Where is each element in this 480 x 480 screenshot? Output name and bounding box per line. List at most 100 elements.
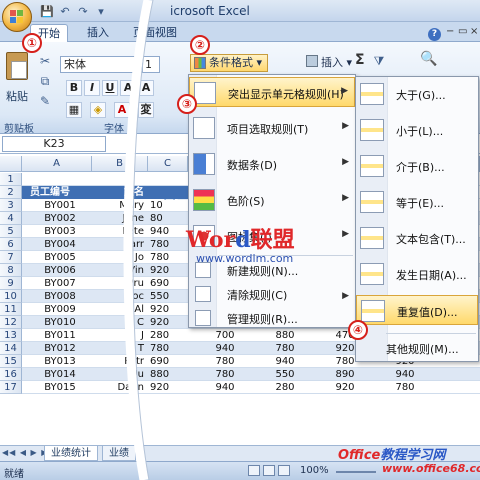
cell-employee-id[interactable]: BY005 <box>30 251 90 264</box>
cell-value[interactable]: 550 <box>150 290 186 303</box>
close-icon[interactable]: × <box>470 26 478 37</box>
cell-employee-id[interactable]: BY010 <box>30 316 90 329</box>
cell-name[interactable]: Ju <box>92 368 146 381</box>
cell-name[interactable]: Pete <box>92 225 146 238</box>
cell-employee-id[interactable]: BY011 <box>30 329 90 342</box>
menu-item-3[interactable]: 色阶(S) ▶ <box>189 185 355 215</box>
cell-value[interactable]: 920 <box>150 381 186 394</box>
cell-value[interactable]: 10 <box>150 199 186 212</box>
cell-employee-id[interactable] <box>30 173 90 186</box>
row-header[interactable]: 5 <box>0 225 22 238</box>
cell-score[interactable]: 940 <box>385 368 425 381</box>
cell-name[interactable]: Dann <box>92 381 146 394</box>
cell-employee-id[interactable]: BY013 <box>30 355 90 368</box>
cell-employee-id[interactable]: BY006 <box>30 264 90 277</box>
cell-employee-id[interactable]: BY007 <box>30 277 90 290</box>
cell-value[interactable]: 690 <box>150 355 186 368</box>
sheet-tab-performance[interactable]: 业绩统计 <box>44 446 98 461</box>
row-header[interactable]: 12 <box>0 316 22 329</box>
cell-employee-id[interactable]: BY015 <box>30 381 90 394</box>
cell-value[interactable]: 920 <box>150 303 186 316</box>
cell-score[interactable]: 880 <box>265 329 305 342</box>
font-grow-icon[interactable]: A <box>120 80 136 96</box>
cell-employee-id[interactable]: BY009 <box>30 303 90 316</box>
row-header[interactable]: 14 <box>0 342 22 355</box>
column-header-a[interactable]: A <box>22 156 92 172</box>
bold-button[interactable]: B <box>66 80 82 96</box>
cell-name[interactable] <box>92 173 146 186</box>
paste-button-label[interactable]: 粘贴 <box>6 88 28 104</box>
select-all-corner[interactable] <box>0 156 22 172</box>
sort-filter-icon[interactable]: ⧩ <box>372 54 386 68</box>
customize-qat-icon[interactable]: ▾ <box>94 5 108 19</box>
column-header-c[interactable]: C <box>148 156 188 172</box>
column-header-b[interactable]: B <box>92 156 148 172</box>
conditional-format-button[interactable]: 条件格式 ▾ <box>190 54 268 72</box>
submenu-item-between[interactable]: 介于(B)... <box>356 151 478 181</box>
submenu-item-date-occurring[interactable]: 发生日期(A)... <box>356 259 478 289</box>
tab-insert[interactable]: 插入 <box>80 24 116 42</box>
menu-item-1[interactable]: 项目选取规则(T) ▶ <box>189 113 355 143</box>
italic-button[interactable]: I <box>84 80 100 96</box>
menu-item-2[interactable]: 数据条(D) ▶ <box>189 149 355 179</box>
row-header[interactable]: 15 <box>0 355 22 368</box>
cell-value[interactable]: 920 <box>150 264 186 277</box>
submenu-item-less-than[interactable]: 小于(L)... <box>356 115 478 145</box>
cell-value[interactable]: 690 <box>150 277 186 290</box>
autosum-icon[interactable]: Σ <box>355 52 365 68</box>
row-header[interactable]: 13 <box>0 329 22 342</box>
row-header[interactable]: 9 <box>0 277 22 290</box>
cut-icon[interactable]: ✂ <box>38 54 52 68</box>
cell-score[interactable]: 940 <box>205 381 245 394</box>
row-header[interactable]: 8 <box>0 264 22 277</box>
cell-value[interactable]: 780 <box>150 251 186 264</box>
cell-name[interactable]: C <box>92 316 146 329</box>
cell-value[interactable]: 80 <box>150 212 186 225</box>
fill-color-icon[interactable]: ◈ <box>90 102 106 118</box>
row-header[interactable]: 4 <box>0 212 22 225</box>
font-shrink-icon[interactable]: A <box>138 80 154 96</box>
cell-employee-id[interactable]: BY008 <box>30 290 90 303</box>
cell-score[interactable]: 280 <box>265 381 305 394</box>
zoom-slider[interactable] <box>336 471 376 473</box>
row-header[interactable]: 10 <box>0 290 22 303</box>
cell-employee-id[interactable]: BY002 <box>30 212 90 225</box>
cell-name[interactable]: Patr <box>92 355 146 368</box>
submenu-item-greater-than[interactable]: 大于(G)... <box>356 79 478 109</box>
page-break-view-icon[interactable] <box>278 465 290 476</box>
cell-score[interactable]: 780 <box>265 342 305 355</box>
tab-page-layout[interactable]: 页面视图 <box>126 24 184 42</box>
cell-name[interactable]: 姓名 <box>92 186 146 199</box>
redo-icon[interactable]: ↷ <box>76 5 90 19</box>
submenu-item-duplicate-values[interactable]: 重复值(D)... <box>356 295 478 325</box>
office-button[interactable] <box>2 2 32 32</box>
cell-score[interactable]: 890 <box>325 368 365 381</box>
font-size-select[interactable]: 1 <box>142 56 160 73</box>
cell-value[interactable]: 920 <box>150 316 186 329</box>
underline-button[interactable]: U <box>102 80 118 96</box>
zoom-level[interactable]: 100% <box>300 465 329 476</box>
find-select-icon[interactable]: 🔍 <box>420 52 437 66</box>
cell-name[interactable]: Larr <box>92 238 146 251</box>
cell-score[interactable]: 940 <box>265 355 305 368</box>
undo-icon[interactable]: ↶ <box>58 5 72 19</box>
format-painter-icon[interactable]: ✎ <box>38 94 52 108</box>
row-header[interactable]: 7 <box>0 251 22 264</box>
cell-value[interactable]: 880 <box>150 368 186 381</box>
row-header[interactable]: 11 <box>0 303 22 316</box>
row-header[interactable]: 1 <box>0 173 22 186</box>
paste-icon[interactable] <box>6 52 28 80</box>
submenu-item-more-rules[interactable]: 其他规则(M)... <box>356 337 478 359</box>
chinese-phonetic-icon[interactable]: 変 <box>138 102 154 118</box>
cell-name[interactable]: T <box>92 342 146 355</box>
cell-value[interactable]: 280 <box>150 329 186 342</box>
cell-score[interactable]: 780 <box>385 381 425 394</box>
insert-cells-button[interactable]: 插入 ▾ <box>306 54 352 70</box>
font-color-icon[interactable]: A <box>114 102 130 118</box>
cell-value[interactable]: 780 <box>150 238 186 251</box>
cell-value[interactable] <box>150 173 186 186</box>
minimize-icon[interactable]: − <box>446 26 454 37</box>
name-box[interactable]: K23 <box>2 136 106 152</box>
row-header[interactable]: 16 <box>0 368 22 381</box>
cell-value[interactable]: 780 <box>150 342 186 355</box>
